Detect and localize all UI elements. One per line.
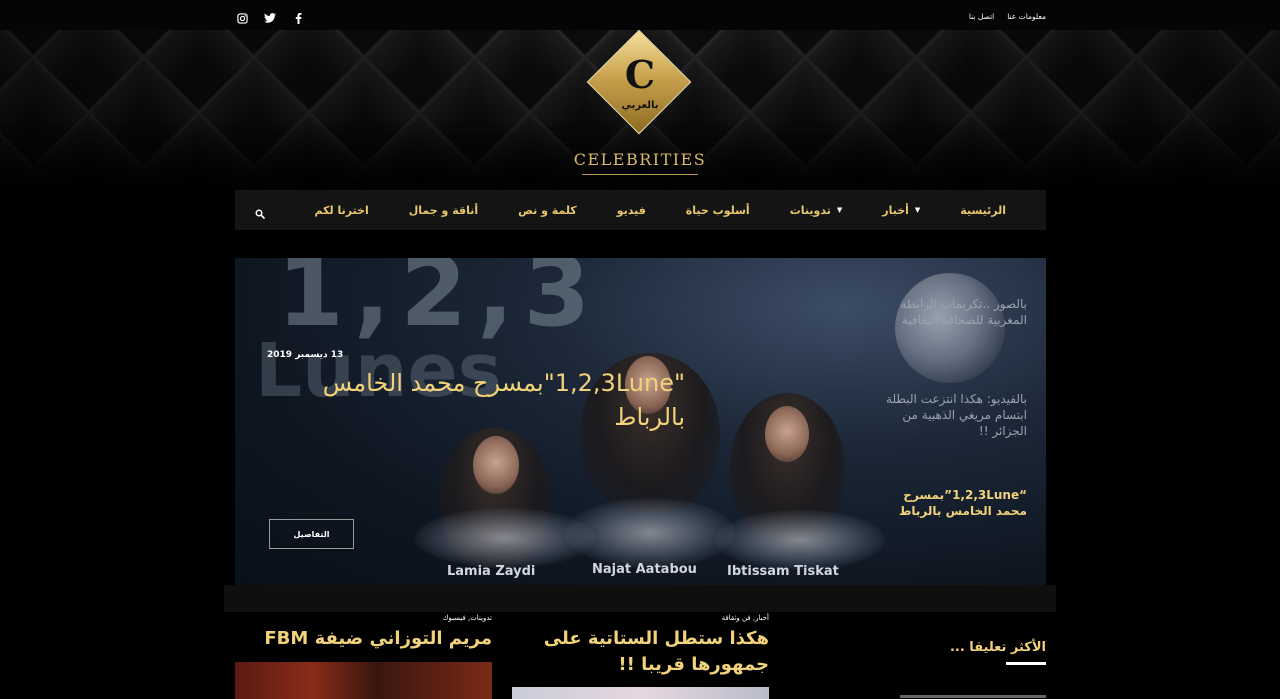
nav-label: أناقة و جمال — [408, 203, 479, 217]
portrait-name: Najat Aatabou — [592, 562, 697, 577]
nav-items: الرئيسية أخبار ▼ تدوينات ▼ أسلوب حياة فيدي… — [314, 190, 1006, 230]
hero-title[interactable]: "1,2,3Lune"بمسرح محمد الخامس بالرباط — [265, 366, 685, 434]
nav-label: فيديو — [616, 203, 646, 217]
nav-item-home[interactable]: الرئيسية — [960, 204, 1006, 217]
post-title[interactable]: مريم التوزاني ضيفة FBM — [235, 626, 492, 652]
logo-letter: C — [624, 52, 656, 97]
moon-image — [895, 273, 1005, 383]
face-image — [473, 436, 519, 494]
post-thumbnail[interactable] — [512, 687, 769, 699]
facebook-icon[interactable] — [292, 12, 304, 24]
nav-item-lifestyle[interactable]: أسلوب حياة — [686, 204, 750, 217]
nav-label: تدوينات — [789, 203, 831, 217]
twitter-icon[interactable] — [264, 12, 276, 24]
search-icon[interactable] — [255, 204, 267, 219]
cloud-image — [565, 498, 735, 568]
slider-post-active[interactable]: “1,2,3Lune”بمسرح محمد الخامس بالرباط — [875, 487, 1027, 519]
logo-wordmark: CELEBRITIES — [573, 150, 707, 169]
hero-slider: 1,2,3 Lunes Lamia Zaydi Najat Aatabou Ib… — [235, 258, 1046, 585]
post-category[interactable]: تدوينات, فيسبوك — [235, 614, 492, 622]
social-links — [236, 12, 304, 24]
face-image — [765, 406, 809, 462]
slider-post[interactable]: بالفيديو: هكذا انتزعت البطلة ابتسام مريغ… — [875, 391, 1027, 439]
logo-arabic: بالعربي — [621, 100, 659, 111]
nav-label: أخبار — [882, 203, 909, 217]
post-card: أخبار, فن وثقافة هكذا ستطل الستاتية على … — [512, 614, 769, 678]
nav-label: اخترنا لكم — [314, 203, 369, 217]
site-header: C بالعربي CELEBRITIES — [0, 30, 1280, 190]
portrait-name: Lamia Zaydi — [447, 564, 536, 579]
nav-label: أسلوب حياة — [685, 203, 750, 217]
details-button[interactable]: التفاصيل — [269, 519, 354, 549]
post-category[interactable]: أخبار, فن وثقافة — [512, 614, 769, 622]
nav-label: كلمة و نص — [518, 203, 577, 217]
nav-item-beauty[interactable]: أناقة و جمال — [409, 204, 478, 217]
site-logo[interactable]: C بالعربي CELEBRITIES — [570, 30, 710, 180]
top-links: معلومات عنا اتصل بنا — [960, 12, 1046, 24]
post-card: تدوينات, فيسبوك مريم التوزاني ضيفة FBM — [235, 614, 492, 652]
logo-underline — [582, 174, 698, 175]
caret-down-icon: ▼ — [914, 206, 921, 214]
section-divider — [224, 585, 1056, 612]
post-thumbnail[interactable] — [235, 662, 492, 699]
nav-item-picks[interactable]: اخترنا لكم — [314, 204, 368, 217]
portrait-name: Ibtissam Tiskat — [727, 564, 839, 579]
cloud-image — [715, 510, 885, 570]
nav-item-blogs[interactable]: تدوينات ▼ — [790, 204, 843, 217]
top-bar: معلومات عنا اتصل بنا — [0, 0, 1280, 30]
widget-item-peek — [900, 690, 1046, 699]
contact-link[interactable]: اتصل بنا — [969, 12, 994, 24]
widget-underline — [1006, 662, 1046, 665]
widget-title: الأكثر تعليقا ... — [949, 640, 1046, 655]
hero-date: 13 ديسمبر 2019 — [267, 350, 344, 360]
nav-item-word-text[interactable]: كلمة و نص — [518, 204, 577, 217]
nav-item-news[interactable]: أخبار ▼ — [882, 204, 920, 217]
about-link[interactable]: معلومات عنا — [1007, 12, 1046, 24]
nav-label: الرئيسية — [960, 203, 1006, 217]
main-nav: الرئيسية أخبار ▼ تدوينات ▼ أسلوب حياة فيدي… — [235, 190, 1046, 230]
caret-down-icon: ▼ — [836, 206, 843, 214]
nav-item-video[interactable]: فيديو — [617, 204, 646, 217]
post-title[interactable]: هكذا ستطل الستاتية على جمهورها قريبا !! — [512, 626, 769, 678]
instagram-icon[interactable] — [236, 12, 248, 24]
slider-post[interactable]: بالصور ..تكريمات الرابطة المغربية للصحاف… — [875, 296, 1027, 328]
